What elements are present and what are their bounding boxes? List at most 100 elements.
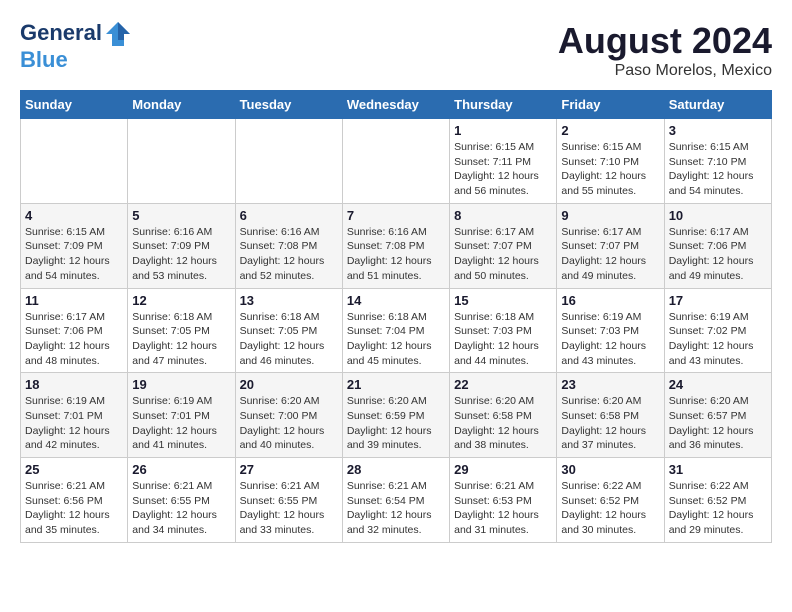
calendar-row-3: 18 Sunrise: 6:19 AMSunset: 7:01 PMDaylig… — [21, 373, 772, 458]
day-info: Sunrise: 6:16 AMSunset: 7:08 PMDaylight:… — [347, 225, 445, 284]
day-number: 5 — [132, 208, 230, 223]
day-number: 27 — [240, 462, 338, 477]
table-row: 27 Sunrise: 6:21 AMSunset: 6:55 PMDaylig… — [235, 458, 342, 543]
col-sunday: Sunday — [21, 91, 128, 119]
day-info: Sunrise: 6:21 AMSunset: 6:56 PMDaylight:… — [25, 479, 123, 538]
day-number: 10 — [669, 208, 767, 223]
day-number: 28 — [347, 462, 445, 477]
day-info: Sunrise: 6:15 AMSunset: 7:10 PMDaylight:… — [669, 140, 767, 199]
day-info: Sunrise: 6:15 AMSunset: 7:10 PMDaylight:… — [561, 140, 659, 199]
calendar-title: August 2024 — [558, 20, 772, 62]
table-row: 4 Sunrise: 6:15 AMSunset: 7:09 PMDayligh… — [21, 203, 128, 288]
table-row: 23 Sunrise: 6:20 AMSunset: 6:58 PMDaylig… — [557, 373, 664, 458]
day-number: 30 — [561, 462, 659, 477]
day-number: 16 — [561, 293, 659, 308]
table-row: 9 Sunrise: 6:17 AMSunset: 7:07 PMDayligh… — [557, 203, 664, 288]
table-row: 24 Sunrise: 6:20 AMSunset: 6:57 PMDaylig… — [664, 373, 771, 458]
day-info: Sunrise: 6:20 AMSunset: 7:00 PMDaylight:… — [240, 394, 338, 453]
day-info: Sunrise: 6:16 AMSunset: 7:08 PMDaylight:… — [240, 225, 338, 284]
col-saturday: Saturday — [664, 91, 771, 119]
day-number: 26 — [132, 462, 230, 477]
day-info: Sunrise: 6:15 AMSunset: 7:11 PMDaylight:… — [454, 140, 552, 199]
col-tuesday: Tuesday — [235, 91, 342, 119]
table-row: 31 Sunrise: 6:22 AMSunset: 6:52 PMDaylig… — [664, 458, 771, 543]
calendar-row-1: 4 Sunrise: 6:15 AMSunset: 7:09 PMDayligh… — [21, 203, 772, 288]
calendar-row-4: 25 Sunrise: 6:21 AMSunset: 6:56 PMDaylig… — [21, 458, 772, 543]
day-number: 24 — [669, 377, 767, 392]
day-number: 25 — [25, 462, 123, 477]
day-number: 9 — [561, 208, 659, 223]
table-row: 14 Sunrise: 6:18 AMSunset: 7:04 PMDaylig… — [342, 288, 449, 373]
day-info: Sunrise: 6:20 AMSunset: 6:58 PMDaylight:… — [561, 394, 659, 453]
table-row: 29 Sunrise: 6:21 AMSunset: 6:53 PMDaylig… — [450, 458, 557, 543]
day-number: 13 — [240, 293, 338, 308]
table-row: 28 Sunrise: 6:21 AMSunset: 6:54 PMDaylig… — [342, 458, 449, 543]
day-number: 3 — [669, 123, 767, 138]
table-row: 6 Sunrise: 6:16 AMSunset: 7:08 PMDayligh… — [235, 203, 342, 288]
day-info: Sunrise: 6:22 AMSunset: 6:52 PMDaylight:… — [669, 479, 767, 538]
calendar-row-0: 1 Sunrise: 6:15 AMSunset: 7:11 PMDayligh… — [21, 119, 772, 204]
table-row: 18 Sunrise: 6:19 AMSunset: 7:01 PMDaylig… — [21, 373, 128, 458]
table-row: 13 Sunrise: 6:18 AMSunset: 7:05 PMDaylig… — [235, 288, 342, 373]
day-number: 8 — [454, 208, 552, 223]
day-number: 4 — [25, 208, 123, 223]
day-info: Sunrise: 6:21 AMSunset: 6:55 PMDaylight:… — [132, 479, 230, 538]
table-row: 16 Sunrise: 6:19 AMSunset: 7:03 PMDaylig… — [557, 288, 664, 373]
logo-text: General — [20, 20, 132, 48]
day-info: Sunrise: 6:16 AMSunset: 7:09 PMDaylight:… — [132, 225, 230, 284]
day-info: Sunrise: 6:20 AMSunset: 6:57 PMDaylight:… — [669, 394, 767, 453]
day-number: 14 — [347, 293, 445, 308]
day-info: Sunrise: 6:21 AMSunset: 6:54 PMDaylight:… — [347, 479, 445, 538]
table-row: 12 Sunrise: 6:18 AMSunset: 7:05 PMDaylig… — [128, 288, 235, 373]
day-info: Sunrise: 6:18 AMSunset: 7:04 PMDaylight:… — [347, 310, 445, 369]
day-info: Sunrise: 6:19 AMSunset: 7:01 PMDaylight:… — [25, 394, 123, 453]
day-info: Sunrise: 6:19 AMSunset: 7:02 PMDaylight:… — [669, 310, 767, 369]
day-number: 12 — [132, 293, 230, 308]
table-row: 25 Sunrise: 6:21 AMSunset: 6:56 PMDaylig… — [21, 458, 128, 543]
calendar-header-row: Sunday Monday Tuesday Wednesday Thursday… — [21, 91, 772, 119]
logo: General Blue — [20, 20, 132, 72]
day-info: Sunrise: 6:19 AMSunset: 7:01 PMDaylight:… — [132, 394, 230, 453]
table-row: 3 Sunrise: 6:15 AMSunset: 7:10 PMDayligh… — [664, 119, 771, 204]
table-row — [235, 119, 342, 204]
table-row — [342, 119, 449, 204]
table-row — [128, 119, 235, 204]
table-row: 21 Sunrise: 6:20 AMSunset: 6:59 PMDaylig… — [342, 373, 449, 458]
day-info: Sunrise: 6:22 AMSunset: 6:52 PMDaylight:… — [561, 479, 659, 538]
day-info: Sunrise: 6:17 AMSunset: 7:07 PMDaylight:… — [561, 225, 659, 284]
table-row: 19 Sunrise: 6:19 AMSunset: 7:01 PMDaylig… — [128, 373, 235, 458]
day-number: 22 — [454, 377, 552, 392]
day-number: 18 — [25, 377, 123, 392]
calendar-table: Sunday Monday Tuesday Wednesday Thursday… — [20, 90, 772, 543]
col-wednesday: Wednesday — [342, 91, 449, 119]
day-info: Sunrise: 6:18 AMSunset: 7:05 PMDaylight:… — [240, 310, 338, 369]
day-number: 20 — [240, 377, 338, 392]
day-number: 7 — [347, 208, 445, 223]
table-row: 30 Sunrise: 6:22 AMSunset: 6:52 PMDaylig… — [557, 458, 664, 543]
table-row: 7 Sunrise: 6:16 AMSunset: 7:08 PMDayligh… — [342, 203, 449, 288]
col-thursday: Thursday — [450, 91, 557, 119]
table-row: 10 Sunrise: 6:17 AMSunset: 7:06 PMDaylig… — [664, 203, 771, 288]
day-number: 6 — [240, 208, 338, 223]
day-info: Sunrise: 6:19 AMSunset: 7:03 PMDaylight:… — [561, 310, 659, 369]
day-info: Sunrise: 6:18 AMSunset: 7:03 PMDaylight:… — [454, 310, 552, 369]
logo-blue: Blue — [20, 48, 132, 72]
col-monday: Monday — [128, 91, 235, 119]
day-info: Sunrise: 6:15 AMSunset: 7:09 PMDaylight:… — [25, 225, 123, 284]
table-row: 15 Sunrise: 6:18 AMSunset: 7:03 PMDaylig… — [450, 288, 557, 373]
title-block: August 2024 Paso Morelos, Mexico — [558, 20, 772, 80]
day-number: 2 — [561, 123, 659, 138]
day-number: 15 — [454, 293, 552, 308]
calendar-subtitle: Paso Morelos, Mexico — [558, 62, 772, 80]
logo-icon — [104, 20, 132, 48]
day-info: Sunrise: 6:21 AMSunset: 6:53 PMDaylight:… — [454, 479, 552, 538]
day-number: 11 — [25, 293, 123, 308]
day-number: 23 — [561, 377, 659, 392]
day-number: 1 — [454, 123, 552, 138]
table-row: 5 Sunrise: 6:16 AMSunset: 7:09 PMDayligh… — [128, 203, 235, 288]
day-number: 19 — [132, 377, 230, 392]
table-row: 22 Sunrise: 6:20 AMSunset: 6:58 PMDaylig… — [450, 373, 557, 458]
day-number: 29 — [454, 462, 552, 477]
table-row — [21, 119, 128, 204]
table-row: 26 Sunrise: 6:21 AMSunset: 6:55 PMDaylig… — [128, 458, 235, 543]
